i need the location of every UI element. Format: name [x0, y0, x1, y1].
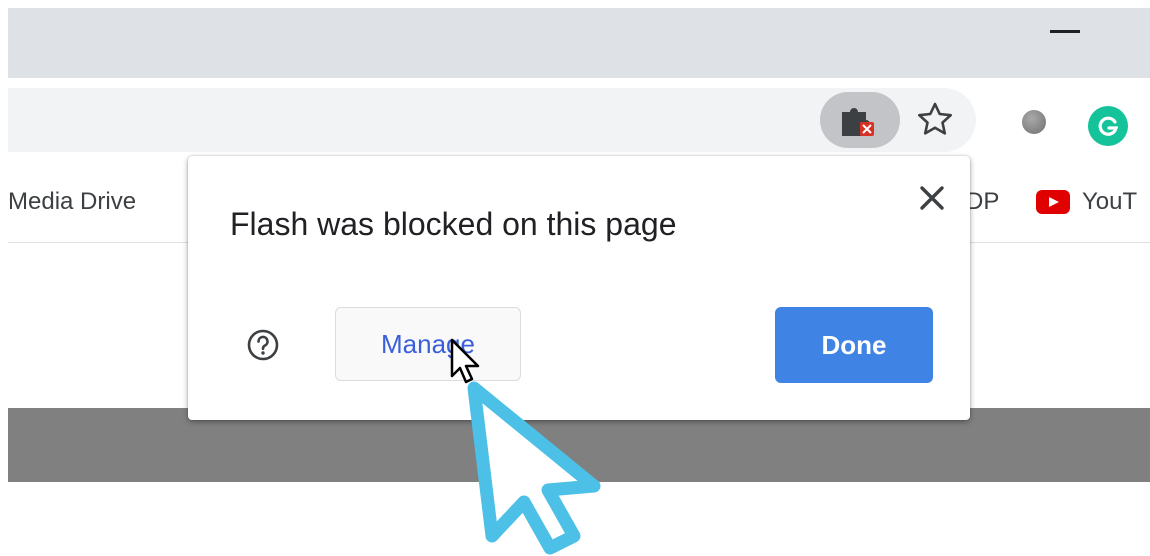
- grammarly-icon[interactable]: [1088, 106, 1128, 146]
- toolbar: [8, 78, 1150, 160]
- done-button[interactable]: Done: [775, 307, 933, 383]
- minimize-button[interactable]: [1050, 30, 1080, 33]
- help-icon[interactable]: [246, 328, 280, 362]
- dialog-title: Flash was blocked on this page: [230, 206, 677, 242]
- bookmark-dp[interactable]: DP: [966, 188, 999, 216]
- puzzle-blocked-icon[interactable]: [820, 92, 900, 148]
- youtube-icon[interactable]: [1036, 190, 1070, 214]
- bookmark-youtube[interactable]: YouT: [1082, 188, 1150, 216]
- extension-icon[interactable]: [1022, 110, 1046, 134]
- star-icon[interactable]: [913, 98, 957, 142]
- pointer-arrow-icon: [467, 381, 601, 555]
- bookmark-media-drive[interactable]: Media Drive: [8, 188, 136, 216]
- manage-button[interactable]: Manage: [335, 307, 521, 381]
- close-icon[interactable]: [916, 182, 948, 214]
- title-bar: [8, 8, 1150, 78]
